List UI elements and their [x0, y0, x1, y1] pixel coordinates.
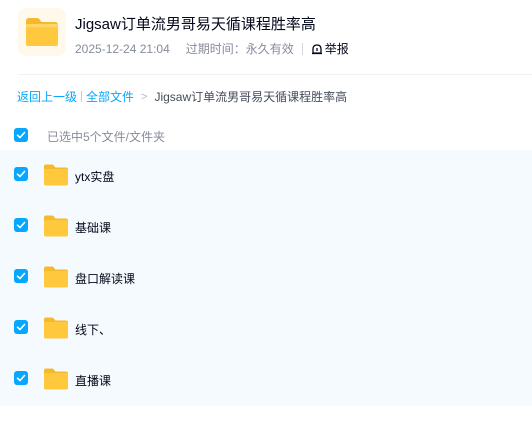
file-name[interactable]: 基础课	[75, 219, 111, 236]
report-icon	[311, 43, 322, 54]
item-checkbox[interactable]	[14, 218, 28, 232]
breadcrumb-arrow: >	[141, 90, 148, 103]
file-name[interactable]: 直播课	[75, 372, 111, 389]
select-all-checkbox[interactable]	[14, 128, 28, 142]
file-name[interactable]: 线下、	[75, 321, 111, 338]
check-icon	[16, 323, 26, 331]
share-title: Jigsaw订单流男哥易天循课程胜率高	[75, 16, 316, 33]
list-item[interactable]: 基础课	[0, 201, 532, 252]
folder-icon	[44, 368, 68, 390]
all-files-link[interactable]: 全部文件	[86, 88, 134, 105]
breadcrumb: 返回上一级 全部文件 > Jigsaw订单流男哥易天循课程胜率高	[17, 88, 347, 105]
header-divider	[18, 74, 532, 75]
item-checkbox[interactable]	[14, 371, 28, 385]
list-item[interactable]: 线下、	[0, 303, 532, 354]
selection-count-label: 已选中5个文件/文件夹	[47, 130, 166, 144]
folder-icon	[44, 317, 68, 339]
file-name[interactable]: 盘口解读课	[75, 270, 135, 287]
share-meta: 2025-12-24 21:04 过期时间：永久有效 举报	[75, 40, 349, 57]
item-checkbox[interactable]	[14, 320, 28, 334]
check-icon	[16, 272, 26, 280]
report-button[interactable]: 举报	[311, 40, 349, 57]
meta-divider	[301, 42, 303, 55]
item-checkbox[interactable]	[14, 269, 28, 283]
folder-icon	[44, 266, 68, 288]
file-list: ytx实盘 基础课 盘口解读课 线下、 直播课	[0, 150, 532, 406]
list-item[interactable]: 直播课	[0, 354, 532, 405]
check-icon	[16, 170, 26, 178]
expire-time: 过期时间：永久有效	[185, 42, 294, 56]
back-link[interactable]: 返回上一级	[17, 88, 77, 105]
file-name[interactable]: ytx实盘	[75, 168, 114, 185]
breadcrumb-divider	[81, 91, 83, 102]
check-icon	[16, 221, 26, 229]
folder-icon	[44, 215, 68, 237]
share-datetime: 2025-12-24 21:04	[75, 41, 170, 56]
share-header: Jigsaw订单流男哥易天循课程胜率高 2025-12-24 21:04 过期时…	[0, 0, 532, 74]
item-checkbox[interactable]	[14, 167, 28, 181]
select-all-row: 已选中5个文件/文件夹	[0, 122, 532, 150]
list-item[interactable]: ytx实盘	[0, 150, 532, 201]
check-icon	[16, 131, 26, 139]
report-label: 举报	[324, 42, 349, 56]
list-item[interactable]: 盘口解读课	[0, 252, 532, 303]
share-folder-icon	[18, 8, 66, 56]
folder-icon	[44, 164, 68, 186]
check-icon	[16, 374, 26, 382]
breadcrumb-current: Jigsaw订单流男哥易天循课程胜率高	[154, 90, 348, 104]
